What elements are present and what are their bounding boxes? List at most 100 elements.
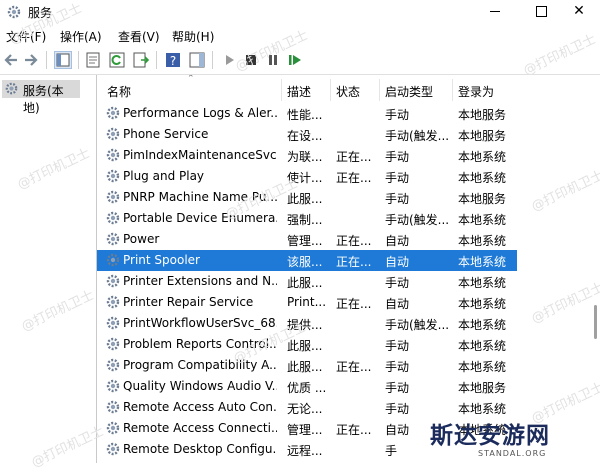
column-header-name[interactable]: 名称: [107, 83, 131, 100]
column-divider[interactable]: [281, 79, 282, 101]
service-name: Performance Logs & Aler...: [123, 106, 277, 120]
export-list-icon[interactable]: [132, 51, 150, 69]
help-icon[interactable]: ?: [164, 51, 182, 69]
service-startup-type: 手动: [385, 360, 410, 374]
close-icon: ✕: [573, 3, 585, 19]
service-description: 在设...: [287, 129, 323, 143]
service-description: 无论...: [287, 402, 323, 416]
column-header-startup-type[interactable]: 启动类型: [385, 83, 433, 100]
table-row[interactable]: Printer Repair Service Print... 正在... 自动 本地系…: [97, 292, 517, 313]
service-gear-icon: [106, 211, 120, 225]
service-gear-icon: [106, 400, 120, 414]
service-gear-icon: [106, 274, 120, 288]
column-divider[interactable]: [379, 79, 380, 101]
svg-text:?: ?: [170, 54, 176, 68]
service-startup-type: 自动: [385, 255, 410, 269]
menu-action[interactable]: 操作(A): [60, 28, 102, 45]
menu-file[interactable]: 文件(F): [6, 28, 46, 45]
service-name: PNRP Machine Name Pu...: [123, 190, 277, 204]
service-log-on-as: 本地系统: [458, 276, 507, 290]
service-name: Printer Extensions and N...: [123, 274, 277, 288]
toolbar-separator: [212, 51, 213, 69]
service-name: Portable Device Enumera...: [123, 211, 277, 225]
stop-service-icon[interactable]: [242, 51, 260, 69]
table-row[interactable]: Problem Reports Control... 此服... 手动 本地系统: [97, 334, 517, 355]
forward-arrow-icon[interactable]: [22, 51, 40, 69]
sort-ascending-icon: ⌃: [187, 75, 195, 84]
service-startup-type: 手动: [385, 276, 410, 290]
service-status: 正在...: [336, 360, 372, 374]
service-description: 为联...: [287, 150, 323, 164]
toolbar: ?: [0, 46, 600, 75]
service-name: Remote Desktop Configu...: [123, 442, 277, 456]
table-row[interactable]: Remote Access Auto Con... 无论... 手动 本地系统: [97, 397, 517, 418]
table-row[interactable]: Power 管理... 正在... 自动 本地系统: [97, 229, 517, 250]
properties-icon[interactable]: [84, 51, 102, 69]
table-row[interactable]: Portable Device Enumera... 强制... 手动(触发... 本…: [97, 208, 517, 229]
service-name: Program Compatibility A...: [123, 358, 277, 372]
show-action-pane-icon[interactable]: [188, 51, 206, 69]
show-hide-console-tree-icon[interactable]: [54, 51, 72, 69]
table-row[interactable]: PrintWorkflowUserSvc_68... 提供... 手动(触发... 本…: [97, 313, 517, 334]
service-name: Problem Reports Control...: [123, 337, 277, 351]
start-service-icon[interactable]: [220, 51, 238, 69]
table-row[interactable]: PimIndexMaintenanceSvc... 为联... 正在... 手动 本地系…: [97, 145, 517, 166]
pause-service-icon[interactable]: [264, 51, 282, 69]
service-description: 性能...: [287, 108, 323, 122]
service-name: Printer Repair Service: [123, 295, 254, 309]
service-status: 正在...: [336, 171, 372, 185]
service-description: 管理...: [287, 234, 323, 248]
refresh-icon[interactable]: [108, 51, 126, 69]
table-row[interactable]: Program Compatibility A... 此服... 正在... 手动 本地…: [97, 355, 517, 376]
close-button[interactable]: ✕: [556, 0, 600, 24]
site-logo-title: 斯达安游网: [430, 422, 550, 449]
service-startup-type: 手动(触发...: [385, 213, 450, 227]
column-header-status[interactable]: 状态: [336, 83, 360, 100]
service-log-on-as: 本地服务: [458, 192, 507, 206]
table-header: ⌃ 名称 描述 状态 启动类型 登录为: [97, 75, 517, 103]
table-row[interactable]: Plug and Play 使计... 正在... 手动 本地系统: [97, 166, 517, 187]
scrollbar-thumb[interactable]: [594, 305, 597, 339]
table-row[interactable]: Printer Extensions and N... 此服... 手动 本地系统: [97, 271, 517, 292]
column-divider[interactable]: [452, 79, 453, 101]
services-gear-icon: [5, 82, 18, 95]
toolbar-separator: [78, 51, 79, 69]
service-gear-icon: [106, 169, 120, 183]
column-header-log-on-as[interactable]: 登录为: [458, 83, 494, 100]
service-name: Quality Windows Audio V...: [123, 379, 277, 393]
service-name: Power: [123, 232, 160, 246]
service-log-on-as: 本地系统: [458, 402, 507, 416]
menu-view[interactable]: 查看(V): [118, 28, 160, 45]
service-status: 正在...: [336, 234, 372, 248]
service-log-on-as: 本地系统: [458, 339, 507, 353]
service-name: PimIndexMaintenanceSvc...: [123, 148, 277, 162]
service-description: Print...: [287, 295, 327, 309]
restart-service-icon[interactable]: [286, 51, 304, 69]
service-gear-icon: [106, 295, 120, 309]
tree-item-services-local[interactable]: 服务(本地): [2, 80, 80, 115]
service-log-on-as: 本地服务: [458, 129, 507, 143]
services-gear-icon: [7, 5, 21, 19]
service-startup-type: 自动: [385, 297, 410, 311]
table-row[interactable]: Print Spooler 该服... 正在... 自动 本地系统: [97, 250, 517, 271]
services-list: ⌃ 名称 描述 状态 启动类型 登录为 Performance Logs & A…: [97, 75, 600, 463]
tree-item-label: 服务(本地): [23, 84, 64, 115]
service-startup-type: 手动: [385, 192, 410, 206]
back-arrow-icon[interactable]: [2, 51, 20, 69]
minimize-button[interactable]: [472, 0, 518, 24]
menu-help[interactable]: 帮助(H): [172, 28, 214, 45]
maximize-icon: [535, 5, 547, 17]
service-gear-icon: [106, 358, 120, 372]
service-log-on-as: 本地系统: [458, 213, 507, 227]
service-log-on-as: 本地系统: [458, 360, 507, 374]
service-gear-icon: [106, 316, 120, 330]
vertical-scrollbar[interactable]: [590, 75, 600, 463]
column-divider[interactable]: [330, 79, 331, 101]
toolbar-separator: [46, 51, 47, 69]
table-row[interactable]: Phone Service 在设... 手动(触发... 本地服务: [97, 124, 517, 145]
table-row[interactable]: PNRP Machine Name Pu... 此服... 手动 本地服务: [97, 187, 517, 208]
table-row[interactable]: Performance Logs & Aler... 性能... 手动 本地服务: [97, 103, 517, 124]
column-header-description[interactable]: 描述: [287, 83, 311, 100]
service-gear-icon: [106, 106, 120, 120]
table-row[interactable]: Quality Windows Audio V... 优质 ... 手动 本地服务: [97, 376, 517, 397]
